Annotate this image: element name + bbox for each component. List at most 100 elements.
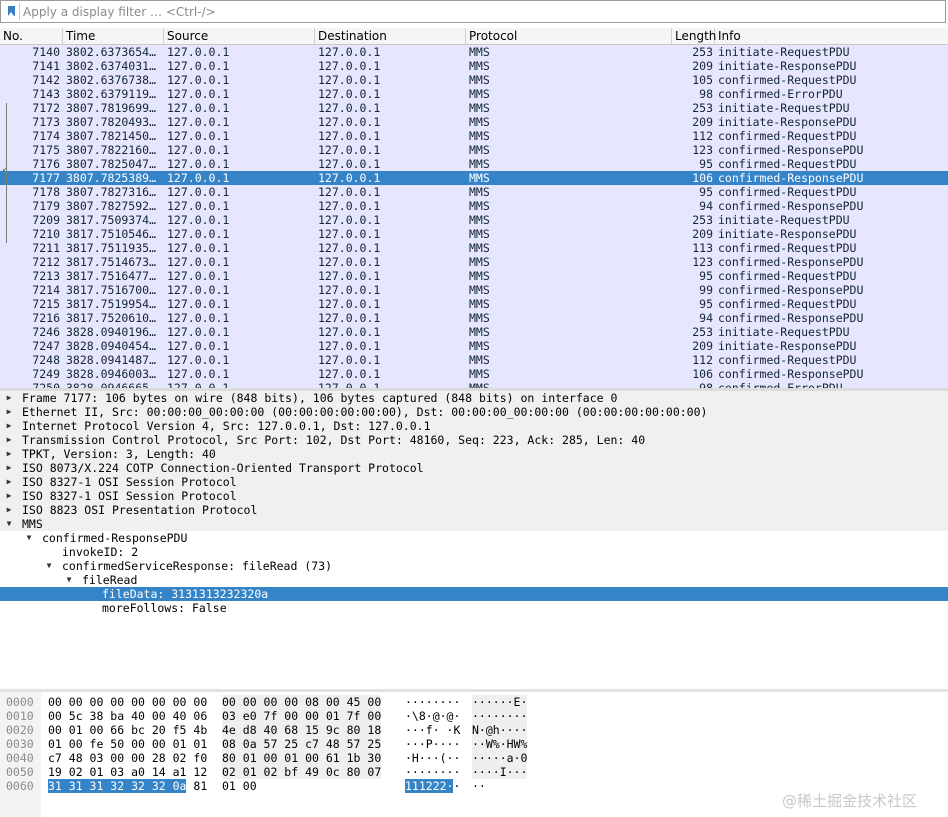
- detail-field[interactable]: ▶ ISO 8327-1 OSI Session Protocol: [0, 475, 948, 489]
- packet-row[interactable]: 7173 3807.7820493… 127.0.0.1 127.0.0.1 MMS 20…: [0, 115, 948, 129]
- collapse-triangle-icon[interactable]: ▶: [4, 391, 14, 405]
- bytes-hex-right[interactable]: 02 01 02 bf 49 0c 80 07: [222, 765, 382, 779]
- packet-row[interactable]: 7179 3807.7827592… 127.0.0.1 127.0.0.1 MMS 94…: [0, 199, 948, 213]
- bytes-hex-left[interactable]: 19 02 01 03 a0 14 a1 12: [48, 765, 207, 779]
- bytes-ascii-right[interactable]: ····I···: [472, 765, 528, 779]
- packet-row[interactable]: 7141 3802.6374031… 127.0.0.1 127.0.0.1 MMS 20…: [0, 59, 948, 73]
- column-header-length[interactable]: Length: [672, 28, 716, 44]
- detail-field[interactable]: ▶ ISO 8327-1 OSI Session Protocol: [0, 489, 948, 503]
- bytes-ascii-left[interactable]: ···P····: [405, 737, 460, 751]
- bytes-ascii-rest[interactable]: ·: [453, 779, 460, 793]
- packet-row[interactable]: 7246 3828.0940196… 127.0.0.1 127.0.0.1 MMS 25…: [0, 325, 948, 339]
- bytes-ascii-right[interactable]: N·@h····: [472, 723, 528, 737]
- packet-row[interactable]: 7215 3817.7519954… 127.0.0.1 127.0.0.1 MMS 95…: [0, 297, 948, 311]
- packet-row[interactable]: 7213 3817.7516477… 127.0.0.1 127.0.0.1 MMS 95…: [0, 269, 948, 283]
- packet-row[interactable]: 7214 3817.7516700… 127.0.0.1 127.0.0.1 MMS 99…: [0, 283, 948, 297]
- packet-row[interactable]: 7142 3802.6376738… 127.0.0.1 127.0.0.1 MMS 10…: [0, 73, 948, 87]
- packet-source: 127.0.0.1: [167, 213, 230, 227]
- bytes-ascii-left[interactable]: ········: [405, 695, 460, 709]
- packet-row[interactable]: 7209 3817.7509374… 127.0.0.1 127.0.0.1 MMS 25…: [0, 213, 948, 227]
- filter-bookmark-icon[interactable]: [3, 3, 20, 20]
- collapse-triangle-icon[interactable]: ▶: [4, 405, 14, 419]
- packet-row[interactable]: 7140 3802.6373654… 127.0.0.1 127.0.0.1 MMS 25…: [0, 45, 948, 59]
- packet-length: 95: [699, 269, 713, 283]
- bytes-ascii-left[interactable]: ···f· ·K: [405, 723, 460, 737]
- expand-triangle-icon[interactable]: ▼: [44, 559, 54, 573]
- detail-field[interactable]: invokeID: 2: [0, 545, 948, 559]
- packet-row[interactable]: 7216 3817.7520610… 127.0.0.1 127.0.0.1 MMS 94…: [0, 311, 948, 325]
- collapse-triangle-icon[interactable]: ▶: [4, 433, 14, 447]
- detail-field[interactable]: ▼ confirmed-ResponsePDU: [0, 531, 948, 545]
- display-filter-input[interactable]: [23, 4, 923, 19]
- packet-source: 127.0.0.1: [167, 101, 230, 115]
- packet-row[interactable]: 7250 3828.0946665… 127.0.0.1 127.0.0.1 MMS 98…: [0, 381, 948, 388]
- bytes-hex-right[interactable]: 4e d8 40 68 15 9c 80 18: [222, 723, 382, 737]
- bytes-ascii-right[interactable]: ··: [472, 779, 486, 793]
- expand-triangle-icon[interactable]: ▼: [64, 573, 74, 587]
- bytes-hex-left[interactable]: 00 00 00 00 00 00 00 00: [48, 695, 207, 709]
- bytes-hex-right[interactable]: 08 0a 57 25 c7 48 57 25: [222, 737, 382, 751]
- expand-triangle-icon[interactable]: ▼: [4, 517, 14, 531]
- bytes-hex-highlight[interactable]: 31 31 31 32 32 32 0a: [48, 779, 187, 793]
- packet-row[interactable]: 7210 3817.7510546… 127.0.0.1 127.0.0.1 MMS 20…: [0, 227, 948, 241]
- detail-field[interactable]: ▼ MMS: [0, 517, 948, 531]
- packet-row[interactable]: 7176 3807.7825047… 127.0.0.1 127.0.0.1 MMS 95…: [0, 157, 948, 171]
- detail-field[interactable]: ▼ confirmedServiceResponse: fileRead (73): [0, 559, 948, 573]
- detail-field[interactable]: ▼ fileRead: [0, 573, 948, 587]
- packet-row[interactable]: 7211 3817.7511935… 127.0.0.1 127.0.0.1 MMS 11…: [0, 241, 948, 255]
- bytes-ascii-right[interactable]: ······E·: [472, 695, 528, 709]
- packet-row[interactable]: 7174 3807.7821450… 127.0.0.1 127.0.0.1 MMS 11…: [0, 129, 948, 143]
- collapse-triangle-icon[interactable]: ▶: [4, 461, 14, 475]
- collapse-triangle-icon[interactable]: ▶: [4, 503, 14, 517]
- bytes-ascii-highlight[interactable]: 111222·: [405, 779, 454, 793]
- bytes-hex-right[interactable]: 80 01 00 01 00 61 1b 30: [222, 751, 382, 765]
- detail-field[interactable]: ▶ ISO 8073/X.224 COTP Connection-Oriented…: [0, 461, 948, 475]
- detail-field[interactable]: ▶ Internet Protocol Version 4, Src: 127.0…: [0, 419, 948, 433]
- bytes-ascii-left[interactable]: 111222··: [405, 779, 460, 793]
- bytes-hex-left[interactable]: c7 48 03 00 00 28 02 f0: [48, 751, 207, 765]
- collapse-triangle-icon[interactable]: ▶: [4, 419, 14, 433]
- column-header-time[interactable]: Time: [63, 28, 164, 44]
- expand-triangle-icon[interactable]: ▼: [24, 531, 34, 545]
- collapse-triangle-icon[interactable]: ▶: [4, 447, 14, 461]
- bytes-hex-right[interactable]: 03 e0 7f 00 00 01 7f 00: [222, 709, 382, 723]
- packet-row-selected[interactable]: 7177 3807.7825389… 127.0.0.1 127.0.0.1 MMS 10…: [0, 171, 948, 185]
- packet-row[interactable]: 7143 3802.6379119… 127.0.0.1 127.0.0.1 MMS 98…: [0, 87, 948, 101]
- bytes-hex-left[interactable]: 31 31 31 32 32 32 0a 81: [48, 779, 207, 793]
- bytes-ascii-left[interactable]: ········: [405, 765, 460, 779]
- detail-field[interactable]: ▶ TPKT, Version: 3, Length: 40: [0, 447, 948, 461]
- bytes-ascii-right[interactable]: ··W%·HW%: [472, 737, 528, 751]
- column-header-protocol[interactable]: Protocol: [466, 28, 672, 44]
- packet-row[interactable]: 7172 3807.7819699… 127.0.0.1 127.0.0.1 MMS 25…: [0, 101, 948, 115]
- column-header-destination[interactable]: Destination: [315, 28, 466, 44]
- packet-row[interactable]: 7178 3807.7827316… 127.0.0.1 127.0.0.1 MMS 95…: [0, 185, 948, 199]
- detail-field[interactable]: ▶ Ethernet II, Src: 00:00:00_00:00:00 (00…: [0, 405, 948, 419]
- column-header-source[interactable]: Source: [164, 28, 315, 44]
- bytes-hex-left[interactable]: 00 01 00 66 bc 20 f5 4b: [48, 723, 207, 737]
- packet-time: 3802.6376738…: [66, 73, 157, 87]
- packet-row[interactable]: 7175 3807.7822160… 127.0.0.1 127.0.0.1 MMS 12…: [0, 143, 948, 157]
- detail-field[interactable]: ▶ ISO 8823 OSI Presentation Protocol: [0, 503, 948, 517]
- column-header-info[interactable]: Info: [715, 28, 948, 44]
- detail-field-selected[interactable]: fileData: 3131313232320a: [0, 587, 948, 601]
- collapse-triangle-icon[interactable]: ▶: [4, 475, 14, 489]
- bytes-hex-left[interactable]: 00 5c 38 ba 40 00 40 06: [48, 709, 207, 723]
- column-header-no[interactable]: No.: [0, 28, 63, 44]
- bytes-ascii-left[interactable]: ·H···(··: [405, 751, 460, 765]
- packet-destination: 127.0.0.1: [318, 45, 381, 59]
- packet-row[interactable]: 7212 3817.7514673… 127.0.0.1 127.0.0.1 MMS 12…: [0, 255, 948, 269]
- detail-field[interactable]: ▶ Frame 7177: 106 bytes on wire (848 bits…: [0, 391, 948, 405]
- bytes-ascii-left[interactable]: ·\8·@·@·: [405, 709, 460, 723]
- bytes-hex-rest[interactable]: 81: [186, 779, 207, 793]
- detail-field[interactable]: moreFollows: False: [0, 601, 948, 615]
- packet-row[interactable]: 7249 3828.0946003… 127.0.0.1 127.0.0.1 MMS 10…: [0, 367, 948, 381]
- collapse-triangle-icon[interactable]: ▶: [4, 489, 14, 503]
- bytes-hex-right[interactable]: 00 00 00 00 08 00 45 00: [222, 695, 382, 709]
- packet-row[interactable]: 7247 3828.0940454… 127.0.0.1 127.0.0.1 MMS 20…: [0, 339, 948, 353]
- bytes-hex-right[interactable]: 01 00: [222, 779, 257, 793]
- packet-row[interactable]: 7248 3828.0941487… 127.0.0.1 127.0.0.1 MMS 11…: [0, 353, 948, 367]
- detail-field[interactable]: ▶ Transmission Control Protocol, Src Port…: [0, 433, 948, 447]
- bytes-ascii-right[interactable]: ········: [472, 709, 528, 723]
- bytes-ascii-right[interactable]: ·····a·0: [472, 751, 528, 765]
- bytes-hex-left[interactable]: 01 00 fe 50 00 00 01 01: [48, 737, 207, 751]
